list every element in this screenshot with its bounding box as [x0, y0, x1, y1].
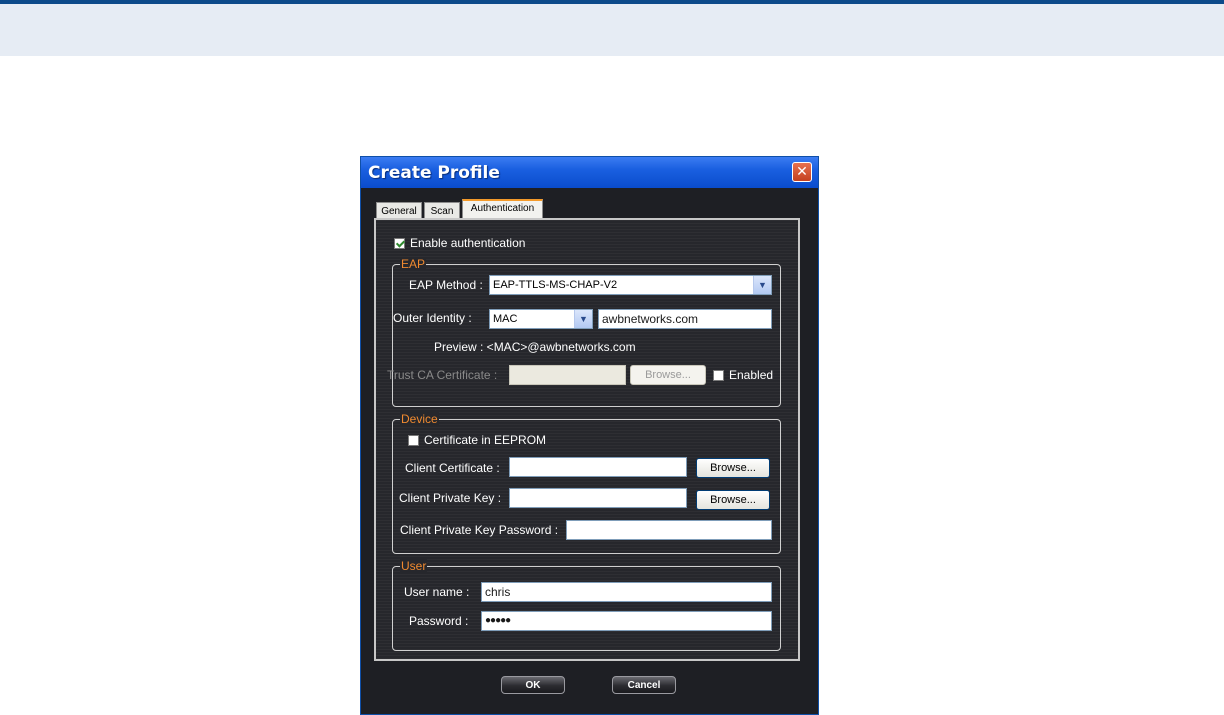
- tab-scan[interactable]: Scan: [424, 202, 460, 219]
- dialog-title: Create Profile: [368, 163, 500, 183]
- trust-ca-enabled-checkbox[interactable]: [713, 370, 724, 381]
- chevron-down-icon[interactable]: ▼: [574, 310, 592, 328]
- certificate-eeprom-checkbox[interactable]: [408, 435, 419, 446]
- user-group: [392, 566, 781, 651]
- identity-preview: Preview : <MAC>@awbnetworks.com: [434, 340, 636, 354]
- title-bar[interactable]: Create Profile ✕: [361, 157, 818, 188]
- close-icon: ✕: [796, 164, 808, 180]
- trust-ca-certificate-label: Trust CA Certificate :: [387, 368, 498, 382]
- create-profile-dialog: Create Profile ✕ General Scan Authentica…: [360, 156, 819, 715]
- client-certificate-browse-button[interactable]: Browse...: [696, 458, 770, 478]
- outer-identity-domain-input[interactable]: awbnetworks.com: [598, 309, 772, 329]
- client-certificate-label: Client Certificate :: [405, 461, 500, 475]
- client-private-key-password-label: Client Private Key Password :: [400, 523, 559, 537]
- eap-method-label: EAP Method :: [409, 278, 483, 292]
- trust-ca-enabled-label: Enabled: [729, 368, 774, 382]
- enable-authentication-checkbox[interactable]: [394, 238, 405, 249]
- outer-identity-label: Outer Identity :: [393, 311, 472, 325]
- client-private-key-password-input[interactable]: [566, 520, 772, 540]
- chevron-down-icon[interactable]: ▼: [753, 276, 771, 294]
- client-certificate-input[interactable]: [509, 457, 687, 477]
- close-button[interactable]: ✕: [792, 162, 812, 182]
- password-input[interactable]: ●●●●●: [481, 611, 772, 631]
- tab-authentication[interactable]: Authentication: [462, 199, 543, 219]
- outer-identity-type-select[interactable]: MAC ▼: [489, 309, 593, 329]
- top-band: [0, 4, 1224, 56]
- client-private-key-label: Client Private Key :: [399, 491, 502, 505]
- username-label: User name :: [404, 585, 470, 599]
- device-legend: Device: [400, 412, 439, 426]
- eap-method-value: EAP-TTLS-MS-CHAP-V2: [493, 279, 618, 291]
- ok-button[interactable]: OK: [501, 676, 565, 694]
- authentication-panel: Enable authentication EAP EAP Method : E…: [374, 218, 800, 661]
- trust-ca-certificate-input[interactable]: [509, 365, 626, 385]
- tab-general[interactable]: General: [376, 202, 422, 219]
- user-legend: User: [400, 559, 428, 573]
- eap-method-select[interactable]: EAP-TTLS-MS-CHAP-V2 ▼: [489, 275, 772, 295]
- trust-ca-browse-button[interactable]: Browse...: [630, 365, 706, 385]
- certificate-eeprom-label: Certificate in EEPROM: [424, 433, 547, 447]
- password-label: Password :: [409, 614, 469, 628]
- client-private-key-input[interactable]: [509, 488, 687, 508]
- outer-identity-type-value: MAC: [493, 313, 518, 325]
- enable-authentication-label: Enable authentication: [410, 236, 526, 250]
- client-private-key-browse-button[interactable]: Browse...: [696, 490, 770, 510]
- eap-legend: EAP: [400, 257, 427, 271]
- username-input[interactable]: chris: [481, 582, 772, 602]
- cancel-button[interactable]: Cancel: [612, 676, 676, 694]
